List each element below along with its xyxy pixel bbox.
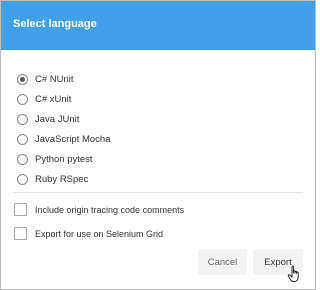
selenium-grid-label: Export for use on Selenium Grid — [35, 228, 164, 239]
origin-tracing-option[interactable]: Include origin tracing code comments — [14, 203, 184, 216]
language-option-label: Python pytest — [35, 153, 93, 165]
language-option-label: C# NUnit — [35, 73, 74, 85]
selenium-grid-option[interactable]: Export for use on Selenium Grid — [14, 227, 163, 240]
language-option-csharp-xunit[interactable]: C# xUnit — [17, 89, 111, 109]
language-radio-group: C# NUnit C# xUnit Java JUnit JavaScript … — [17, 69, 111, 189]
language-option-label: JavaScript Mocha — [35, 133, 111, 145]
language-option-label: Ruby RSpec — [35, 173, 89, 185]
selenium-grid-checkbox[interactable] — [14, 227, 27, 240]
hand-pointer-icon — [287, 265, 299, 282]
language-option-label: C# xUnit — [35, 93, 72, 105]
language-option-csharp-nunit[interactable]: C# NUnit — [17, 69, 111, 89]
radio-button[interactable] — [17, 153, 28, 165]
radio-button[interactable] — [17, 93, 28, 105]
language-option-javascript-mocha[interactable]: JavaScript Mocha — [17, 129, 111, 149]
language-option-label: Java JUnit — [35, 113, 80, 125]
origin-tracing-label: Include origin tracing code comments — [35, 204, 185, 215]
dialog-title: Select language — [13, 18, 97, 30]
language-option-python-pytest[interactable]: Python pytest — [17, 149, 111, 169]
radio-button[interactable] — [17, 73, 28, 85]
dialog-header: Select language — [1, 1, 315, 50]
cancel-button[interactable]: Cancel — [198, 249, 247, 275]
origin-tracing-checkbox[interactable] — [14, 203, 27, 216]
radio-button[interactable] — [17, 133, 28, 145]
language-option-ruby-rspec[interactable]: Ruby RSpec — [17, 169, 111, 189]
select-language-dialog: Select language C# NUnit C# xUnit Java J… — [0, 0, 316, 290]
options-divider — [13, 192, 303, 193]
radio-button[interactable] — [17, 113, 28, 125]
radio-button[interactable] — [17, 173, 28, 185]
language-option-java-junit[interactable]: Java JUnit — [17, 109, 111, 129]
